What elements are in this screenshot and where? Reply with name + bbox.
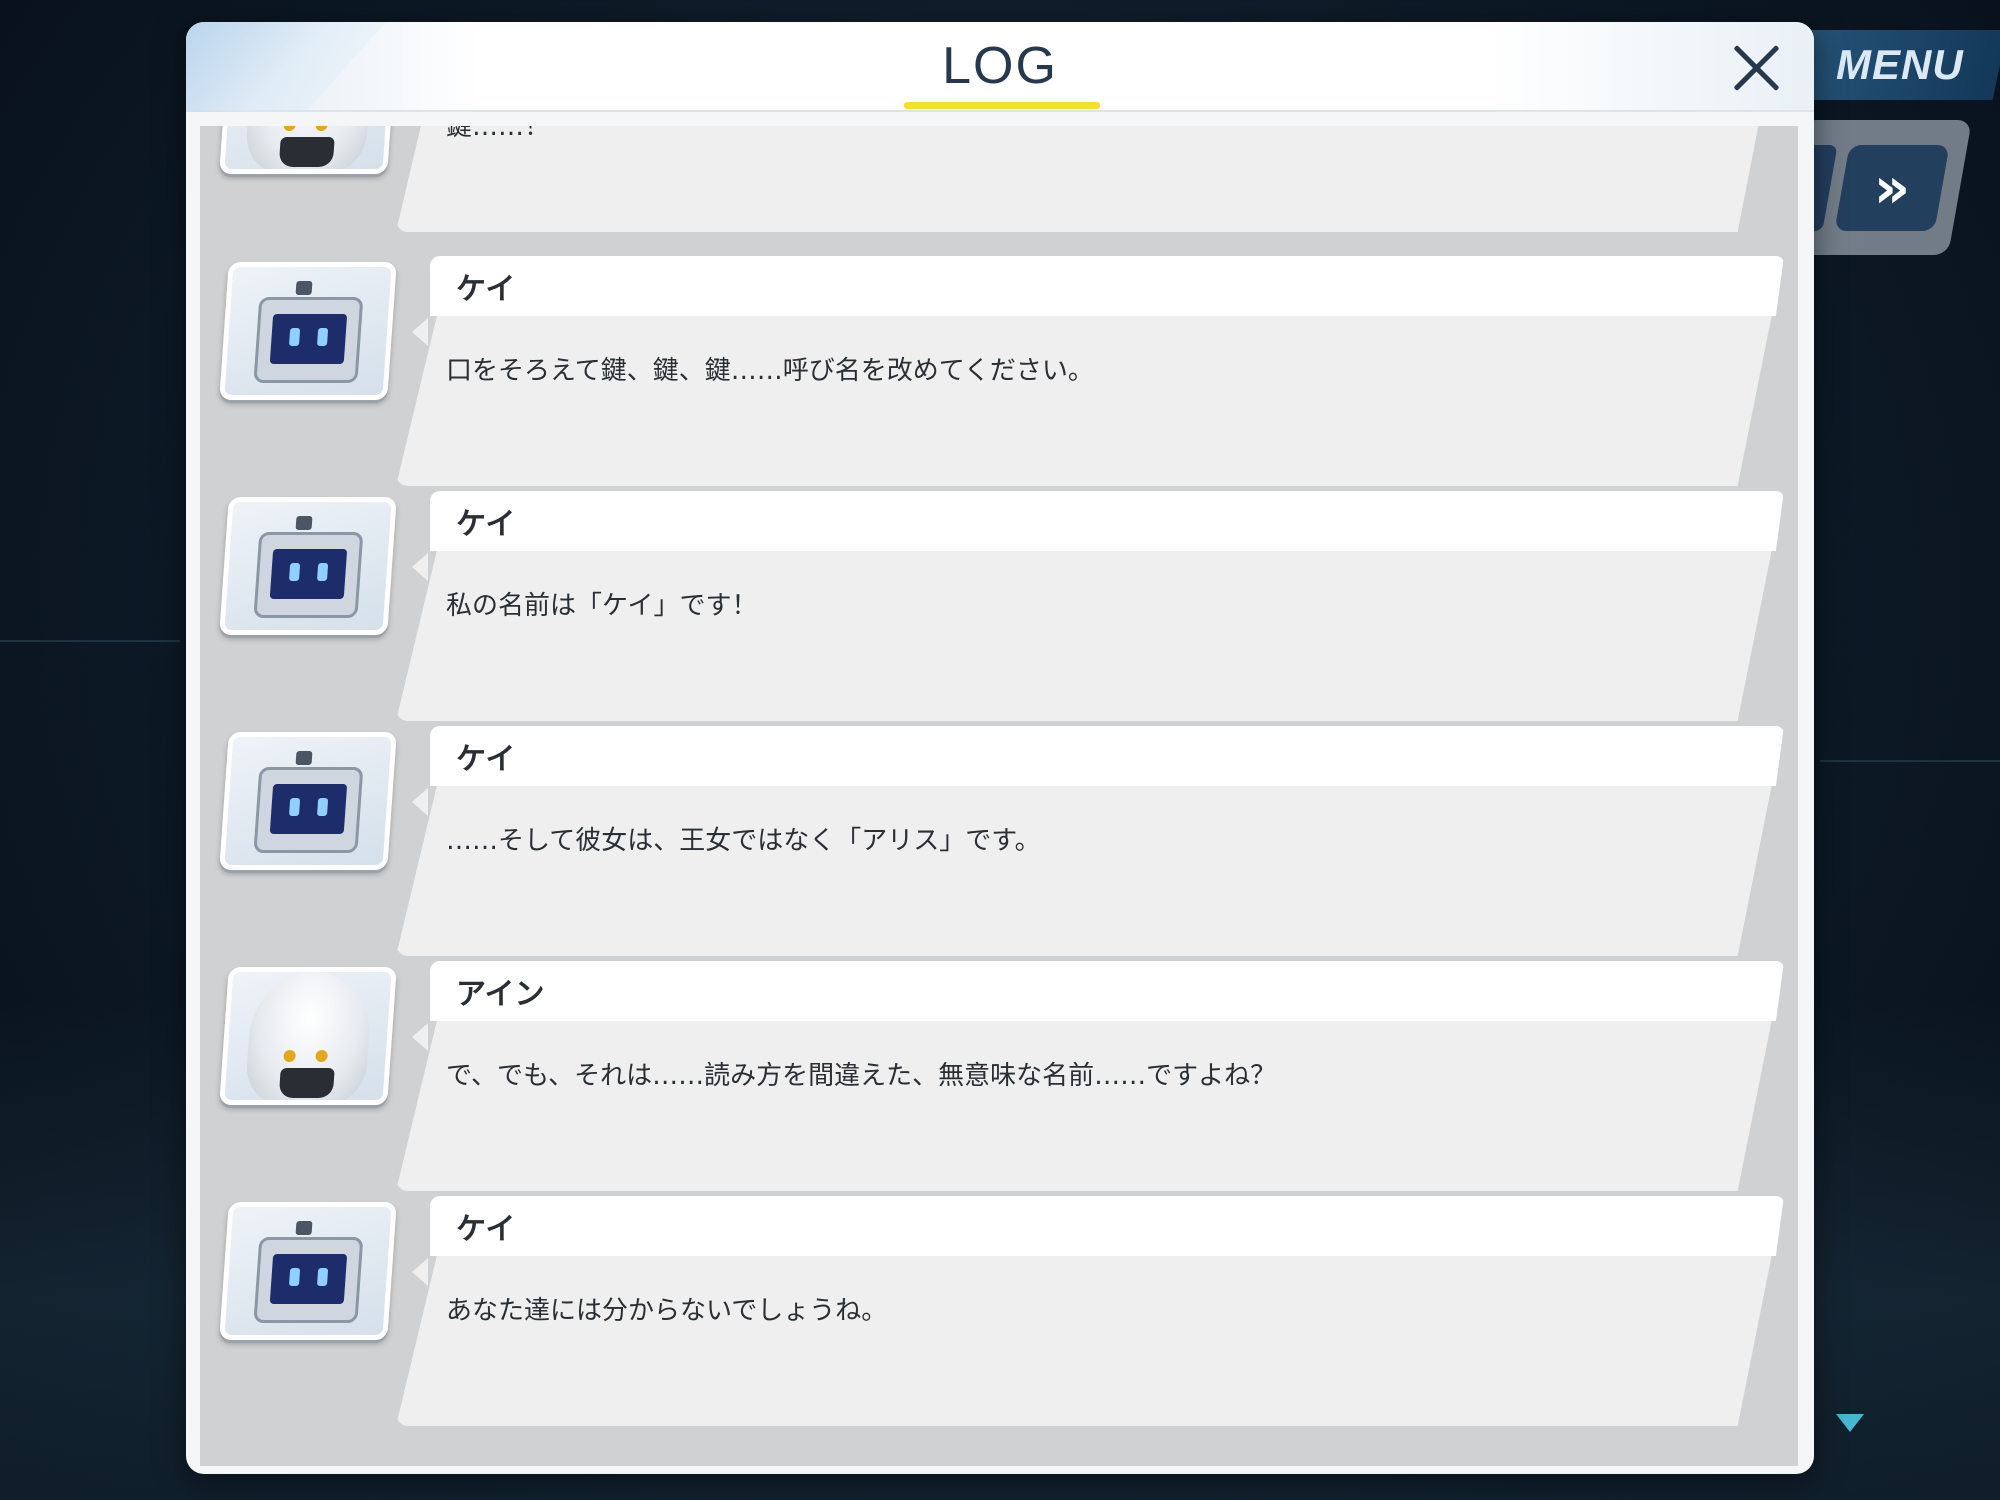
robot-head: [253, 297, 364, 383]
title-underline: [904, 102, 1100, 109]
speaker-name: ケイ: [456, 742, 516, 777]
girl-mask: [278, 1068, 335, 1098]
message-bubble: ケイ口をそろえて鍵、鍵、鍵……呼び名を改めてください。: [396, 256, 1790, 486]
robot-eye: [288, 798, 301, 816]
fast-forward-button[interactable]: »: [1834, 145, 1950, 231]
background-line: [1820, 760, 2000, 762]
log-entry: ケイ私の名前は「ケイ」です！: [200, 491, 1798, 727]
robot-screen: [269, 1254, 348, 1304]
message-box: [396, 314, 1772, 486]
robot-screen: [269, 314, 348, 364]
menu-label: MENU: [1836, 41, 1964, 88]
kei-portrait: [219, 497, 397, 635]
message-box: [396, 784, 1772, 956]
message-bubble: ケイあなた達には分からないでしょうね。: [396, 1196, 1790, 1426]
log-entry: アインで、でも、それは……読み方を間違えた、無意味な名前……ですよね？: [200, 961, 1798, 1197]
robot-head: [253, 1237, 364, 1323]
bubble-tail: [412, 1258, 428, 1286]
robot-antenna: [295, 281, 313, 295]
speaker-name: ケイ: [456, 1212, 516, 1247]
robot-antenna: [295, 1221, 313, 1235]
robot-eye: [288, 563, 301, 581]
message-text: 鍵……！: [446, 126, 551, 142]
close-button[interactable]: [1726, 38, 1786, 98]
kei-portrait: [219, 262, 397, 400]
log-window: LOG 鍵……！ ケイ 口をそろえて鍵、鍵、鍵……呼び名を改めてください。 ケイ 私の名…: [186, 22, 1814, 1474]
robot-head: [253, 767, 364, 853]
speaker-name: ケイ: [456, 507, 516, 542]
fast-forward-icon: »: [1873, 155, 1897, 221]
log-header: LOG: [186, 22, 1814, 112]
message-box: [396, 1019, 1772, 1191]
robot-screen: [269, 784, 348, 834]
speaker-name-bar: ケイ: [430, 256, 1784, 316]
robot-eye: [288, 1268, 301, 1286]
scroll-down-arrow-icon[interactable]: [1836, 1414, 1864, 1432]
log-title: LOG: [942, 37, 1058, 95]
speaker-name-bar: ケイ: [430, 1196, 1784, 1256]
speaker-name-bar: アイン: [430, 961, 1784, 1021]
robot-eye: [316, 563, 329, 581]
log-entry: ケイ口をそろえて鍵、鍵、鍵……呼び名を改めてください。: [200, 256, 1798, 492]
message-text: ……そして彼女は、王女ではなく「アリス」です。: [446, 826, 1041, 856]
robot-screen: [269, 549, 348, 599]
message-box: [396, 549, 1772, 721]
ain-portrait: [219, 967, 397, 1105]
kei-portrait: [219, 1202, 397, 1340]
kei-portrait: [219, 732, 397, 870]
message-bubble: アインで、でも、それは……読み方を間違えた、無意味な名前……ですよね？: [396, 961, 1790, 1191]
message-box: [396, 1254, 1772, 1426]
speaker-name-bar: ケイ: [430, 491, 1784, 551]
message-text: 私の名前は「ケイ」です！: [446, 591, 758, 621]
robot-antenna: [295, 751, 313, 765]
ain-portrait: [219, 126, 397, 174]
speaker-name: ケイ: [456, 272, 516, 307]
robot-eye: [316, 798, 329, 816]
speaker-name: アイン: [456, 977, 545, 1012]
message-text: あなた達には分からないでしょうね。: [446, 1296, 888, 1326]
log-list[interactable]: 鍵……！ ケイ 口をそろえて鍵、鍵、鍵……呼び名を改めてください。 ケイ 私の名前は「ケ…: [200, 126, 1798, 1466]
background-line: [0, 640, 180, 642]
log-entry: ケイ ……そして彼女は、王女ではなく「アリス」です。: [200, 726, 1798, 962]
menu-button[interactable]: MENU: [1792, 30, 2000, 100]
robot-head: [253, 532, 364, 618]
bubble-tail: [412, 553, 428, 581]
bubble-tail: [412, 318, 428, 346]
message-bubble: ケイ私の名前は「ケイ」です！: [396, 491, 1790, 721]
robot-eye: [316, 1268, 329, 1286]
log-entry: ケイあなた達には分からないでしょうね。: [200, 1196, 1798, 1432]
robot-antenna: [295, 516, 313, 530]
message-text: 口をそろえて鍵、鍵、鍵……呼び名を改めてください。: [446, 356, 1094, 386]
robot-eye: [316, 328, 329, 346]
message-text: で、でも、それは……読み方を間違えた、無意味な名前……ですよね？: [446, 1061, 1277, 1091]
bubble-tail: [412, 788, 428, 816]
message-box: [396, 126, 1772, 232]
girl-mask: [278, 137, 335, 167]
bubble-tail: [412, 1023, 428, 1051]
message-bubble: ケイ ……そして彼女は、王女ではなく「アリス」です。: [396, 726, 1790, 956]
robot-eye: [288, 328, 301, 346]
speaker-name-bar: ケイ: [430, 726, 1784, 786]
